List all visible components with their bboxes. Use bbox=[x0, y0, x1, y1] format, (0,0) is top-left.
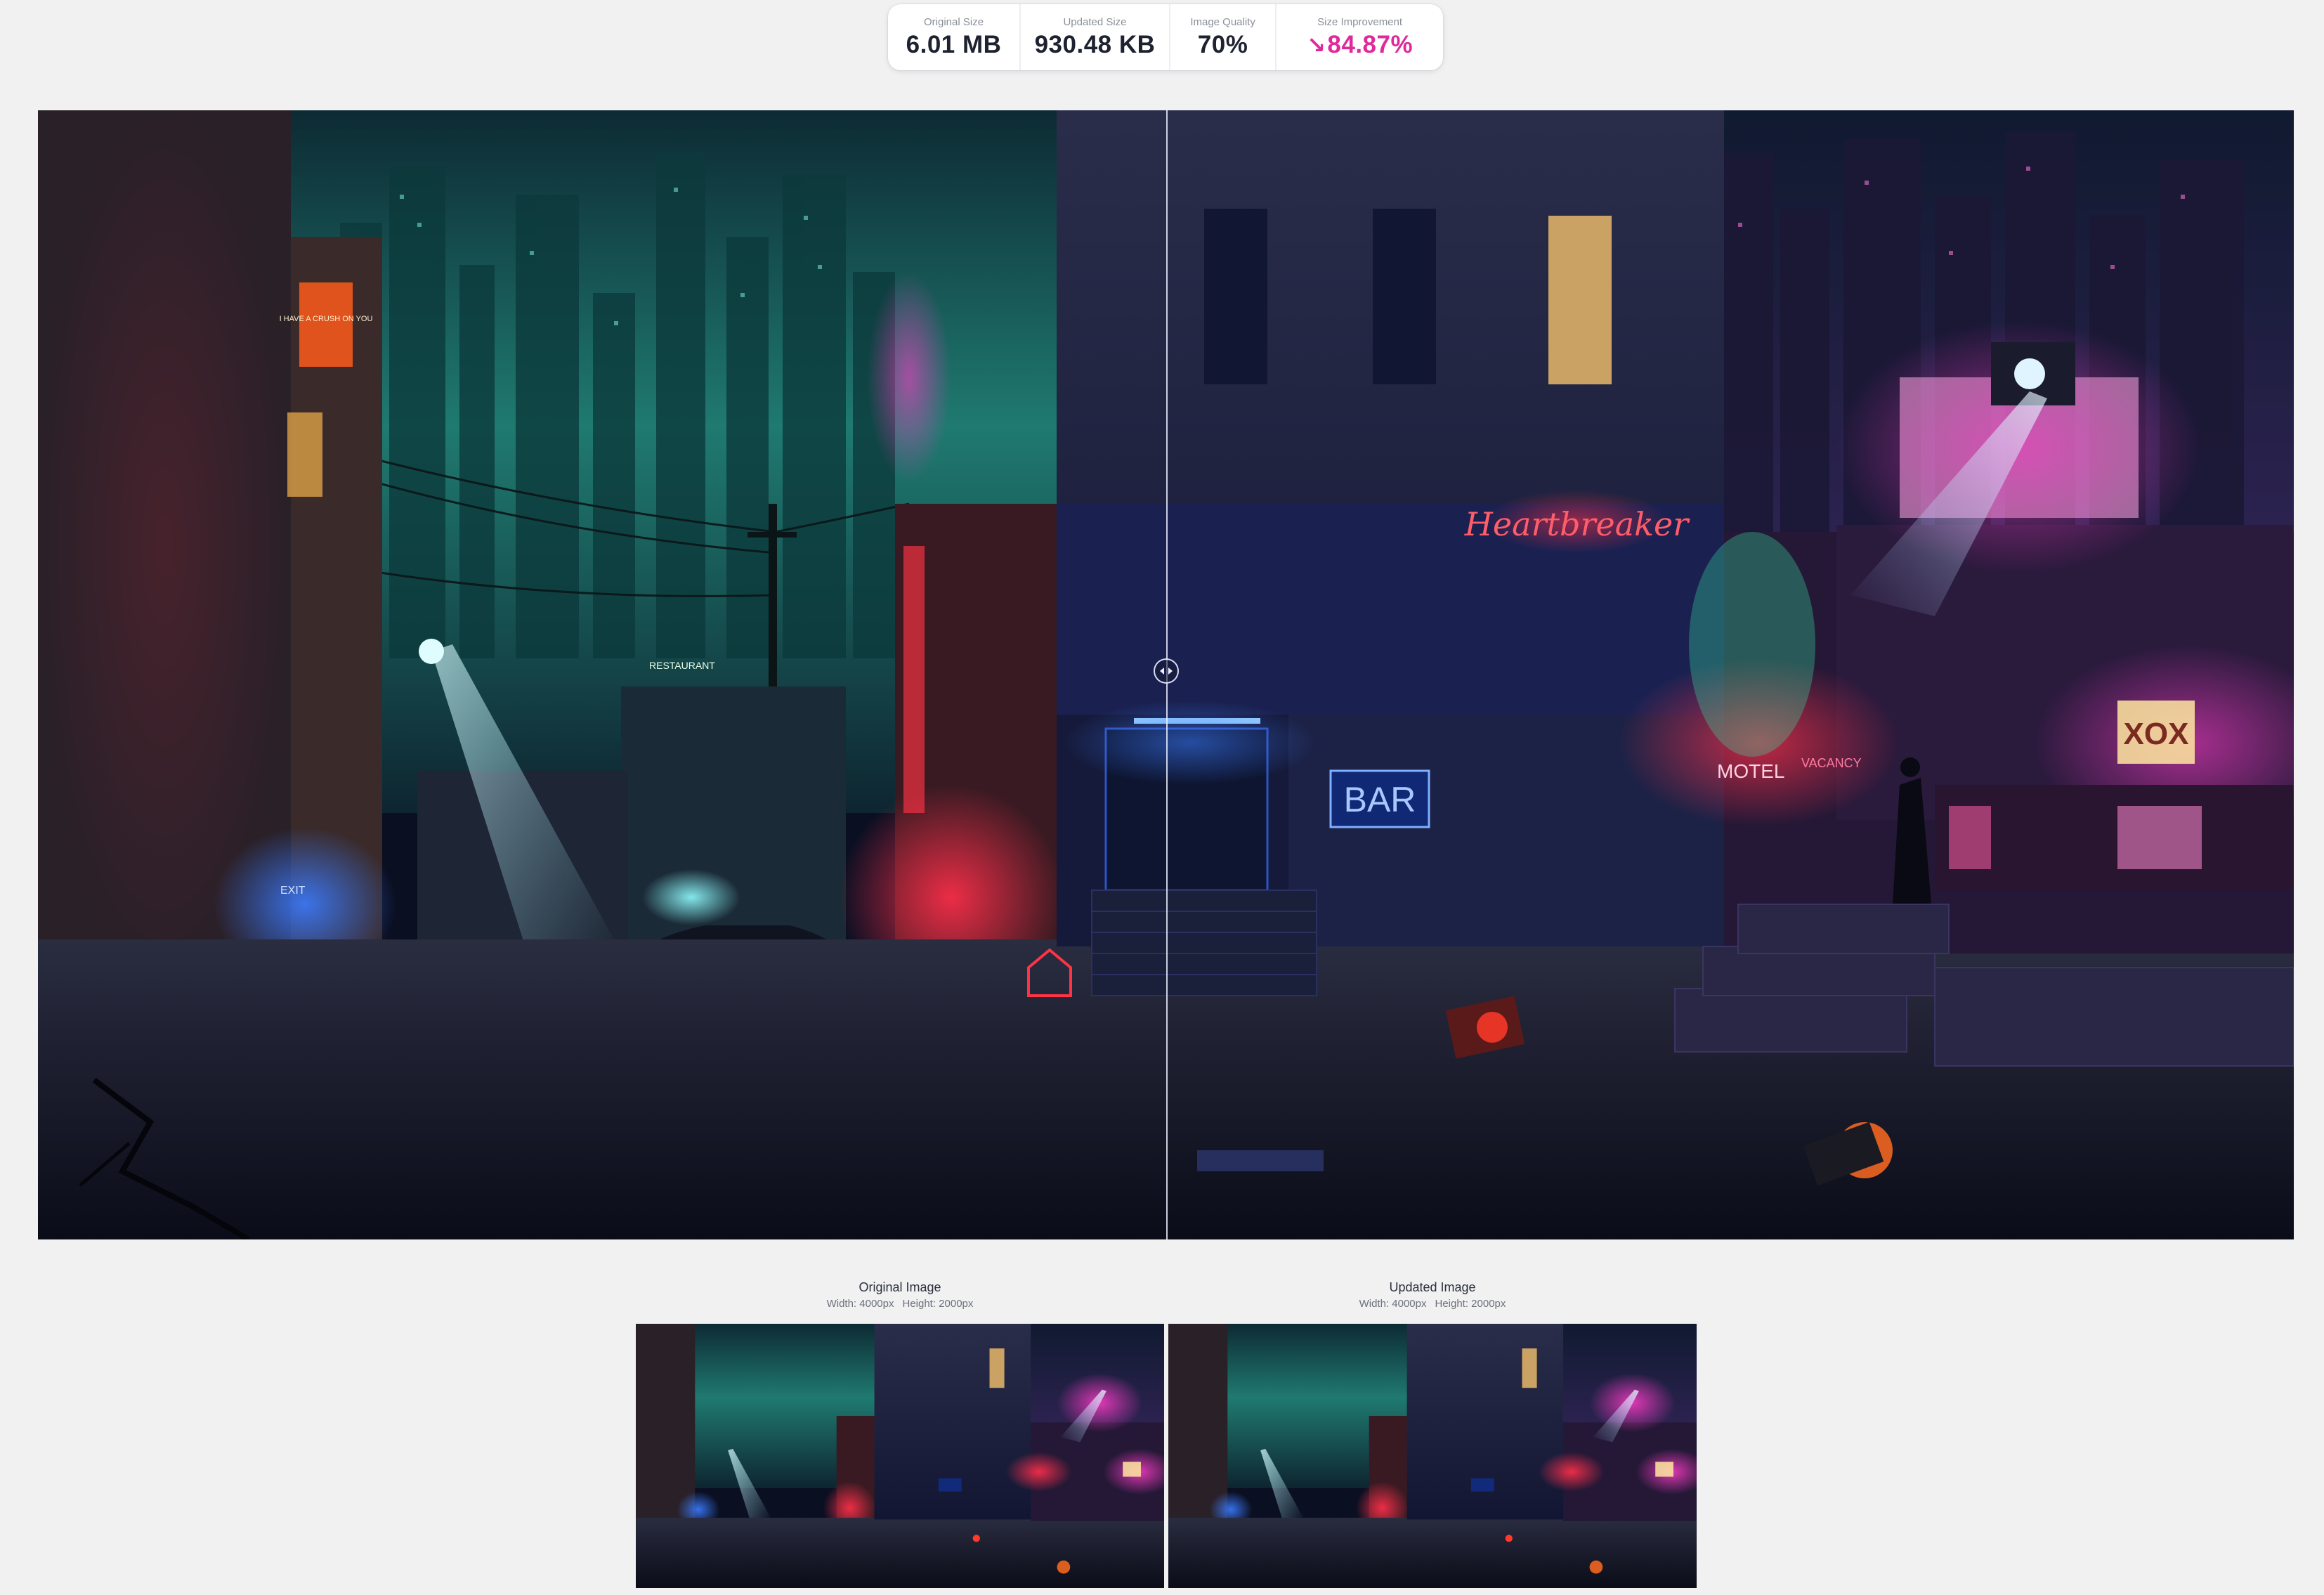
updated-image-title: Updated Image bbox=[1389, 1280, 1476, 1294]
updated-image-thumbnail[interactable] bbox=[1168, 1324, 1697, 1588]
stat-value: 6.01 MB bbox=[906, 30, 1002, 58]
original-image-width: Width: 4000px bbox=[826, 1298, 894, 1310]
updated-image-width: Width: 4000px bbox=[1359, 1298, 1427, 1310]
original-image-height: Height: 2000px bbox=[902, 1298, 974, 1310]
updated-image-dimensions: Width: 4000px Height: 2000px bbox=[1168, 1298, 1697, 1310]
updated-image-caption: Updated Image Width: 4000px Height: 2000p… bbox=[1168, 1280, 1697, 1310]
stat-size-improvement: Size Improvement ↘84.87% bbox=[1275, 4, 1443, 70]
compare-slider-handle[interactable] bbox=[1154, 658, 1179, 684]
updated-thumbnail-scene bbox=[1168, 1324, 1697, 1588]
updated-image-height: Height: 2000px bbox=[1435, 1298, 1506, 1310]
stat-value: 70% bbox=[1197, 30, 1248, 58]
arrow-down-right-icon: ↘ bbox=[1307, 32, 1326, 58]
stat-value: 930.48 KB bbox=[1034, 30, 1156, 58]
original-thumbnail-scene bbox=[636, 1324, 1164, 1588]
stat-label: Image Quality bbox=[1190, 15, 1255, 28]
stat-label: Updated Size bbox=[1063, 15, 1127, 28]
original-image-thumbnail[interactable] bbox=[636, 1324, 1164, 1588]
neon-xox: XOX bbox=[2124, 717, 2189, 751]
stat-value: ↘84.87% bbox=[1307, 31, 1413, 59]
chevron-right-icon bbox=[1168, 668, 1173, 675]
stat-value-text: 84.87% bbox=[1327, 30, 1414, 58]
image-compare-viewer[interactable]: RESTAURANT I HAVE A CRUSH ON YOU EXIT He… bbox=[38, 110, 2294, 1239]
chevron-left-icon bbox=[1160, 668, 1164, 675]
neon-motel: MOTEL bbox=[1717, 760, 1784, 782]
neon-exit: EXIT bbox=[280, 885, 306, 897]
original-image-caption: Original Image Width: 4000px Height: 2000… bbox=[636, 1280, 1164, 1310]
stat-label: Size Improvement bbox=[1317, 15, 1403, 28]
neon-heartbreaker: Heartbreaker bbox=[1464, 505, 1690, 543]
original-image-title: Original Image bbox=[859, 1280, 941, 1294]
original-image-dimensions: Width: 4000px Height: 2000px bbox=[636, 1298, 1164, 1310]
compression-stats-card: Original Size 6.01 MB Updated Size 930.4… bbox=[888, 4, 1443, 70]
neon-crush-sign: I HAVE A CRUSH ON YOU bbox=[280, 315, 373, 323]
neon-restaurant: RESTAURANT bbox=[649, 660, 715, 671]
neon-bar: BAR bbox=[1344, 780, 1416, 819]
stat-original-size: Original Size 6.01 MB bbox=[888, 4, 1019, 70]
stat-label: Original Size bbox=[924, 15, 984, 28]
stat-image-quality: Image Quality 70% bbox=[1168, 4, 1275, 70]
stat-updated-size: Updated Size 930.48 KB bbox=[1019, 4, 1169, 70]
neon-vacancy: VACANCY bbox=[1801, 756, 1862, 770]
